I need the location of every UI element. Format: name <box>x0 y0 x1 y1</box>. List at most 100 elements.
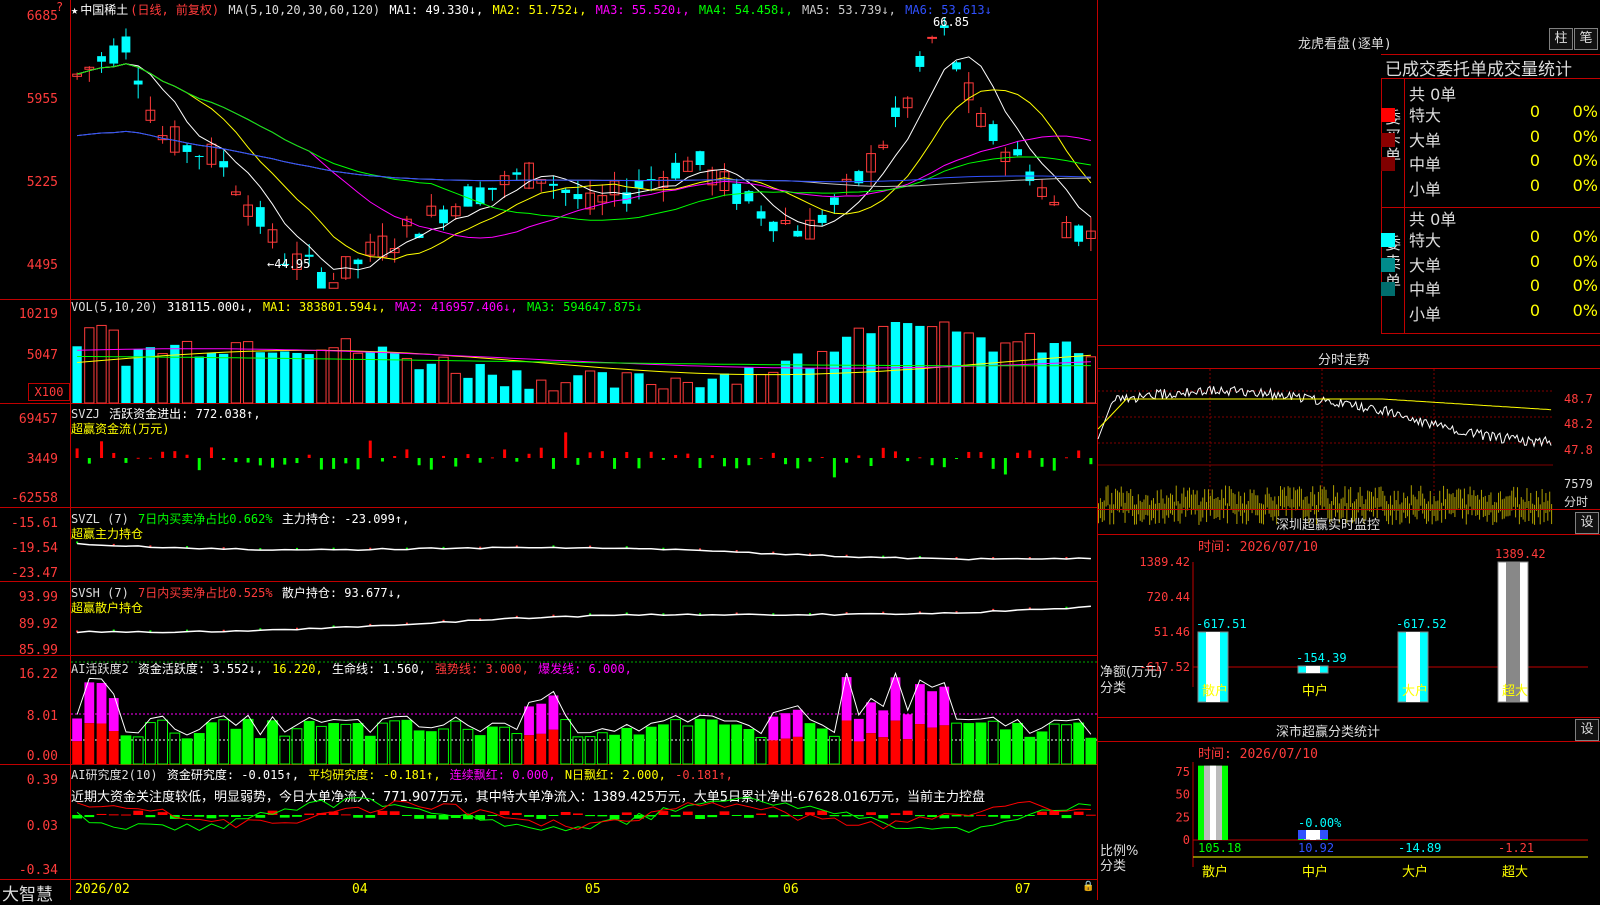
order-count: 0 <box>1529 151 1540 170</box>
order-size-name: 特大 <box>1409 106 1442 125</box>
order-count: 0 <box>1529 300 1540 320</box>
order-pct: 0% <box>1572 227 1598 246</box>
intraday-volume-bar <box>1420 485 1422 506</box>
intraday-volume-bar <box>1168 497 1170 518</box>
ai-activity-chart[interactable] <box>71 656 1097 765</box>
activity-bar <box>609 734 620 765</box>
svzj-chart[interactable] <box>71 404 1097 507</box>
favorite-star-icon[interactable]: ★ <box>71 3 78 17</box>
candle-body <box>353 259 363 265</box>
sz-class-chart: 75 50 25 0 比例%分类 105.18 散户 10.92 中户 -14.89 大户 -1.21… <box>1100 762 1588 880</box>
fund-flow-bar <box>405 449 409 458</box>
intraday-volume-bar <box>1287 486 1289 507</box>
activity-bar <box>939 725 950 764</box>
intraday-volume-bar <box>1264 494 1266 515</box>
fund-flow-bar <box>869 458 873 466</box>
research-bar <box>707 815 718 818</box>
low-price-label: ←44.95 <box>267 257 310 271</box>
intraday-volume-bar <box>1511 490 1513 511</box>
research-bar <box>976 814 986 816</box>
activity-bar <box>706 719 718 765</box>
bar-view-button[interactable]: 柱 <box>1549 28 1573 50</box>
intraday-volume-bar <box>1443 485 1445 506</box>
intraday-chart[interactable] <box>1097 369 1563 525</box>
research-bar <box>340 814 351 816</box>
volume-bar <box>878 325 889 404</box>
sz-monitor-settings-button[interactable]: 设 <box>1575 512 1599 534</box>
activity-bar <box>768 740 779 764</box>
research-bar <box>108 814 119 816</box>
order-pct: 0% <box>1572 251 1598 271</box>
activity-bar <box>389 720 401 765</box>
svzl-chart[interactable] <box>71 508 1097 581</box>
volume-bar <box>72 346 82 403</box>
volume-bar <box>646 384 657 404</box>
intraday-volume-bar <box>1488 494 1490 515</box>
vol-unit-badge[interactable]: X100 <box>28 383 70 401</box>
sz-class-value-label: 10.92 <box>1298 841 1334 855</box>
activity-bar <box>792 709 803 737</box>
intraday-volume-bar <box>1378 487 1380 508</box>
intraday-volume-bar <box>1482 497 1484 518</box>
lhkp-divider <box>1381 78 1600 79</box>
main-ytick: 5955 <box>26 92 58 107</box>
intraday-volume-bar <box>1236 503 1238 524</box>
fund-flow-bar <box>393 456 397 458</box>
svsh-chart[interactable] <box>71 582 1097 655</box>
fund-flow-bar <box>1064 457 1068 459</box>
activity-bar <box>1048 723 1060 765</box>
intraday-volume-bar <box>1367 490 1369 511</box>
order-count: 0 <box>1529 227 1540 246</box>
sz-monitor-category: 中户 <box>1302 683 1328 699</box>
volume-bar <box>487 374 498 403</box>
chart-area[interactable]: ★ 中国稀土 (日线, 前复权) MA(5,10,20,30,60,120) MA1… <box>0 0 1098 905</box>
sz-monitor-category: 超大 <box>1502 684 1528 699</box>
tick-view-button[interactable]: 笔 <box>1574 28 1598 50</box>
sz-monitor-ylabel: 净额(万元) <box>1100 665 1162 680</box>
activity-bar <box>193 733 205 765</box>
fund-flow-bar <box>1052 458 1056 471</box>
svzj-ytick: 3449 <box>26 452 58 467</box>
sz-monitor-ytick: 1389.42 <box>1139 555 1190 569</box>
intraday-volume-bar <box>1505 496 1507 517</box>
activity-bar <box>499 726 510 765</box>
candlestick-chart[interactable]: 66.85 ←44.95 <box>71 15 1097 298</box>
intraday-volume-bar <box>1170 493 1172 514</box>
activity-bar <box>242 718 254 765</box>
sz-monitor-value-label: -617.51 <box>1196 617 1247 631</box>
fund-flow-bar <box>722 458 726 467</box>
activity-bar <box>792 736 803 764</box>
moving-average-line <box>76 63 1092 239</box>
research-bar <box>438 815 449 820</box>
activity-bar <box>1012 722 1023 765</box>
candle-body <box>891 107 900 117</box>
svzj-ytick: 69457 <box>18 412 58 427</box>
volume-chart[interactable] <box>71 300 1097 404</box>
lock-icon[interactable]: 🔒 <box>1082 881 1094 892</box>
volume-bar <box>450 372 461 404</box>
sz-monitor-category: 散户 <box>1202 683 1228 699</box>
activity-bar <box>1073 722 1085 765</box>
research-bar <box>841 815 852 817</box>
intraday-volume-bar <box>1261 503 1263 524</box>
fund-flow-bar <box>747 458 751 466</box>
fund-flow-bar <box>344 458 348 464</box>
research-bar <box>695 815 705 819</box>
research-bar <box>255 815 266 818</box>
order-size-name: 小单 <box>1409 179 1442 199</box>
stock-name: 中国稀土 <box>80 3 129 17</box>
intraday-volume-bar <box>1386 501 1388 522</box>
intraday-volume-bar <box>1441 502 1443 523</box>
intraday-volume-bar <box>1109 504 1111 525</box>
intraday-volume-bar <box>1393 490 1395 511</box>
order-size-swatch <box>1381 307 1395 321</box>
volume-bar <box>634 373 644 403</box>
intraday-avg-line <box>1097 398 1552 430</box>
intraday-ytick: 48.2 <box>1564 417 1593 431</box>
activity-bar <box>670 719 681 765</box>
sz-class-settings-button[interactable]: 设 <box>1575 719 1599 741</box>
ai-research-chart[interactable] <box>71 765 1097 879</box>
intraday-volume-bar <box>1473 490 1475 511</box>
intraday-volume-bar <box>1247 500 1249 521</box>
fund-flow-bar <box>588 452 592 458</box>
